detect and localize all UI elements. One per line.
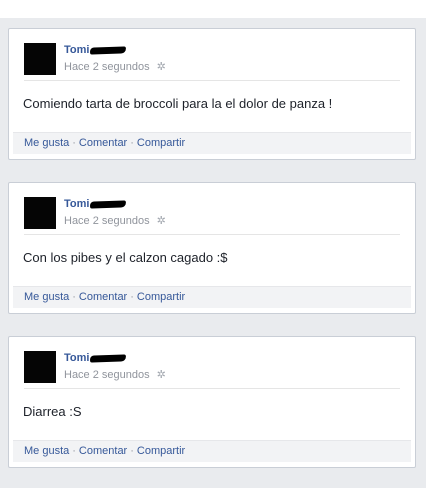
action-bar: Me gusta · Comentar · Compartir xyxy=(13,286,411,308)
post-timestamp[interactable]: Hace 2 segundos ✲ xyxy=(64,368,166,381)
separator: · xyxy=(72,291,76,303)
author-name[interactable]: Tomi xyxy=(64,352,127,364)
post-timestamp[interactable]: Hace 2 segundos ✲ xyxy=(64,214,166,227)
share-link[interactable]: Compartir xyxy=(137,445,185,457)
author-name[interactable]: Tomi xyxy=(64,44,127,56)
comment-link[interactable]: Comentar xyxy=(79,445,127,457)
share-link[interactable]: Compartir xyxy=(137,291,185,303)
status-post: Tomi Hace 2 segundos ✲ Comiendo tarta de … xyxy=(8,28,416,160)
post-text: Con los pibes y el calzon cagado :$ xyxy=(23,250,228,265)
action-bar: Me gusta · Comentar · Compartir xyxy=(13,132,411,154)
comment-link[interactable]: Comentar xyxy=(79,291,127,303)
redaction-mark xyxy=(90,199,127,209)
avatar[interactable] xyxy=(24,43,56,75)
avatar[interactable] xyxy=(24,351,56,383)
gear-icon[interactable]: ✲ xyxy=(157,60,166,73)
redaction-mark xyxy=(90,45,127,55)
post-text: Comiendo tarta de broccoli para la el do… xyxy=(23,96,333,111)
post-timestamp[interactable]: Hace 2 segundos ✲ xyxy=(64,60,166,73)
separator: · xyxy=(72,445,76,457)
separator: · xyxy=(130,137,134,149)
redaction-mark xyxy=(90,353,127,363)
like-link[interactable]: Me gusta xyxy=(24,137,69,149)
avatar[interactable] xyxy=(24,197,56,229)
divider xyxy=(24,388,400,389)
author-name[interactable]: Tomi xyxy=(64,198,127,210)
separator: · xyxy=(72,137,76,149)
like-link[interactable]: Me gusta xyxy=(24,445,69,457)
top-strip xyxy=(0,0,426,18)
post-text: Diarrea :S xyxy=(23,404,82,419)
action-bar: Me gusta · Comentar · Compartir xyxy=(13,440,411,462)
separator: · xyxy=(130,291,134,303)
separator: · xyxy=(130,445,134,457)
gear-icon[interactable]: ✲ xyxy=(157,368,166,381)
share-link[interactable]: Compartir xyxy=(137,137,185,149)
divider xyxy=(24,80,400,81)
gear-icon[interactable]: ✲ xyxy=(157,214,166,227)
divider xyxy=(24,234,400,235)
status-post: Tomi Hace 2 segundos ✲ Con los pibes y el… xyxy=(8,182,416,314)
status-post: Tomi Hace 2 segundos ✲ Diarrea :S Me gust… xyxy=(8,336,416,468)
comment-link[interactable]: Comentar xyxy=(79,137,127,149)
like-link[interactable]: Me gusta xyxy=(24,291,69,303)
